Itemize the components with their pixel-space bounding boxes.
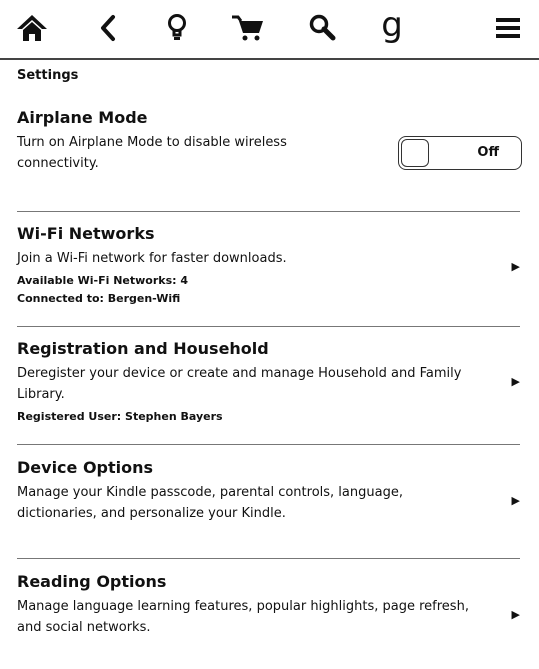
divider	[17, 326, 520, 327]
divider	[17, 444, 520, 445]
search-icon[interactable]	[302, 8, 342, 48]
registration-household-title: Registration and Household	[17, 339, 269, 358]
home-icon[interactable]	[12, 8, 52, 48]
toggle-knob	[401, 139, 429, 167]
airplane-mode-toggle[interactable]: Off	[398, 136, 522, 170]
reading-options-title: Reading Options	[17, 572, 167, 591]
goodreads-icon[interactable]: g	[372, 5, 412, 48]
lightbulb-icon[interactable]	[157, 8, 197, 48]
chevron-right-icon: ▶	[511, 375, 520, 388]
divider	[17, 211, 520, 212]
wifi-networks-title: Wi-Fi Networks	[17, 224, 155, 243]
chevron-right-icon: ▶	[511, 608, 520, 621]
cart-icon[interactable]	[228, 8, 268, 48]
airplane-mode-description: Turn on Airplane Mode to disable wireles…	[17, 135, 287, 171]
menu-icon[interactable]	[488, 8, 528, 48]
device-options-section[interactable]: Device Options Manage your Kindle passco…	[17, 458, 520, 548]
divider	[17, 558, 520, 559]
wifi-available-count: Available Wi-Fi Networks: 4	[17, 274, 189, 287]
device-options-description: Manage your Kindle passcode, parental co…	[17, 485, 403, 521]
page-title: Settings	[17, 68, 79, 83]
wifi-networks-description: Join a Wi-Fi network for faster download…	[17, 251, 287, 266]
toggle-state-label: Off	[477, 145, 499, 160]
registration-household-description: Deregister your device or create and man…	[17, 366, 462, 402]
chevron-right-icon: ▶	[511, 260, 520, 273]
wifi-networks-section[interactable]: Wi-Fi Networks Join a Wi-Fi network for …	[17, 224, 520, 319]
airplane-mode-title: Airplane Mode	[17, 108, 148, 127]
chevron-right-icon: ▶	[511, 494, 520, 507]
top-toolbar: g	[0, 0, 539, 60]
wifi-connected-network: Connected to: Bergen-Wifi	[17, 292, 181, 305]
reading-options-section[interactable]: Reading Options Manage language learning…	[17, 572, 520, 662]
registered-user: Registered User: Stephen Bayers	[17, 410, 223, 423]
registration-household-section[interactable]: Registration and Household Deregister yo…	[17, 339, 520, 434]
reading-options-description: Manage language learning features, popul…	[17, 599, 469, 635]
device-options-title: Device Options	[17, 458, 154, 477]
back-icon[interactable]	[88, 8, 128, 48]
